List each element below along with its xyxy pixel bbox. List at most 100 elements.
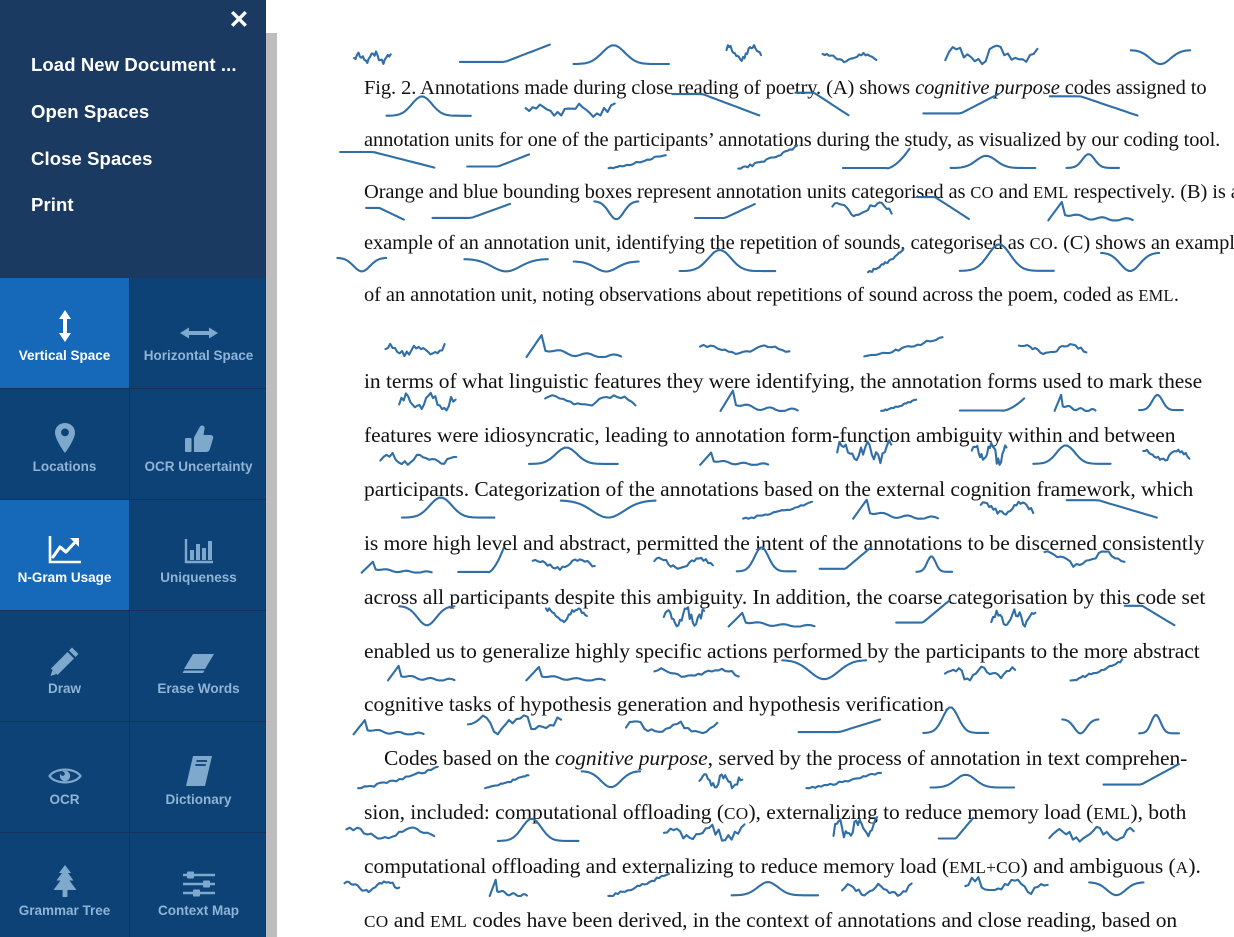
ngram-sparkline (379, 451, 458, 466)
bar-chart-icon (184, 525, 214, 565)
tool-uniqueness[interactable]: Uniqueness (130, 500, 266, 610)
tool-locations[interactable]: Locations (0, 389, 129, 499)
ngram-sparkline (527, 446, 619, 465)
ngram-sparkline (531, 558, 596, 571)
text-line: is more high level and abstract, permitt… (364, 531, 1204, 556)
ngram-sparkline (1048, 825, 1135, 843)
ngram-sparkline (821, 51, 878, 64)
ngram-sparkline (1065, 499, 1158, 519)
ngram-sparkline (1138, 714, 1181, 735)
tool-n-gram-usage[interactable]: N-Gram Usage (0, 500, 129, 610)
menu-item-close-spaces[interactable]: Close Spaces (31, 148, 153, 170)
scrollbar[interactable] (266, 33, 277, 937)
text-line: Fig. 2. Annotations made during close re… (364, 77, 1207, 100)
text-run: . (1173, 284, 1179, 307)
menu-item-open-spaces[interactable]: Open Spaces (31, 101, 149, 123)
ngram-sparkline (1061, 718, 1100, 735)
text-run: enabled us to generalize highly specific… (364, 638, 1200, 663)
document-view[interactable]: Fig. 2. Annotations made during close re… (277, 0, 1234, 937)
text-run: ), both (1130, 800, 1187, 825)
tool-context-map[interactable]: Context Map (130, 833, 266, 937)
ngram-sparkline (466, 714, 563, 736)
tool-vertical-space[interactable]: Vertical Space (0, 278, 129, 388)
ngram-sparkline (345, 826, 436, 840)
ngram-sparkline (544, 394, 637, 407)
small-caps-code: EML (1138, 286, 1174, 306)
ngram-sparkline (852, 498, 940, 520)
menu-item-load-new-document[interactable]: Load New Document ... (31, 54, 237, 76)
text-line: CO and EML codes have been derived, in t… (364, 908, 1177, 933)
ngram-sparkline (943, 665, 1017, 682)
ngram-sparkline (488, 878, 528, 898)
ngram-sparkline (1032, 444, 1112, 465)
sidebar: ✕ Load New Document ... Open Spaces Clos… (0, 0, 266, 937)
close-icon[interactable]: ✕ (224, 5, 254, 35)
ngram-sparkline (398, 391, 457, 412)
ngram-sparkline (742, 500, 814, 520)
ngram-sparkline (1100, 251, 1161, 272)
ngram-sparkline (730, 881, 820, 897)
ngram-sparkline (725, 44, 763, 62)
text-line: Codes based on the cognitive purpose, se… (384, 746, 1187, 771)
document-page: Fig. 2. Annotations made during close re… (277, 0, 1234, 937)
tool-draw[interactable]: Draw (0, 611, 129, 721)
text-line: enabled us to generalize highly specific… (364, 639, 1200, 664)
ngram-sparkline (580, 770, 642, 789)
ngram-sparkline (572, 260, 640, 273)
tool-erase-words[interactable]: Erase Words (130, 611, 266, 721)
tool-ocr[interactable]: OCR (0, 722, 129, 832)
ngram-sparkline (727, 611, 816, 628)
text-run: annotation units for one of the particip… (364, 128, 1221, 151)
text-line: Orange and blue bounding boxes represent… (364, 181, 1234, 204)
tool-label: Context Map (158, 902, 239, 918)
ngram-sparkline (336, 256, 388, 273)
text-run: and (388, 908, 431, 932)
horizontal-arrows-icon (179, 303, 219, 343)
scrollbar-thumb[interactable] (266, 33, 277, 937)
text-line: annotation units for one of the particip… (364, 129, 1220, 152)
tool-grammar-tree[interactable]: Grammar Tree (0, 833, 129, 937)
text-run: example of an annotation unit, identifyi… (364, 232, 1030, 255)
eraser-icon (182, 636, 216, 676)
ngram-sparkline (463, 258, 549, 273)
tool-label: OCR Uncertainty (144, 458, 253, 474)
text-run: is more high level and abstract, permitt… (364, 530, 1205, 555)
small-caps-code: A (1175, 858, 1189, 878)
tool-label: Grammar Tree (18, 902, 111, 918)
tool-ocr-uncertainty[interactable]: OCR Uncertainty (130, 389, 266, 499)
ngram-sparkline (880, 398, 918, 412)
tool-dictionary[interactable]: Dictionary (130, 722, 266, 832)
ngram-sparkline (593, 200, 640, 221)
tool-label: Dictionary (165, 791, 232, 807)
menu-item-print[interactable]: Print (31, 194, 74, 216)
tool-label: Draw (47, 680, 81, 696)
tool-label: Locations (32, 458, 97, 474)
tool-horizontal-space[interactable]: Horizontal Space (130, 278, 266, 388)
ngram-sparkline (572, 44, 671, 66)
tool-label: OCR (49, 791, 80, 807)
text-run: in terms of what linguistic features the… (364, 369, 1203, 393)
ngram-sparkline (949, 154, 1037, 170)
text-line: of an annotation unit, noting observatio… (364, 284, 1179, 307)
ngram-sparkline (979, 500, 1035, 516)
text-run: ) and ambiguous ( (1020, 854, 1176, 879)
text-line: across all participants despite this amb… (364, 585, 1205, 610)
text-run: Orange and blue bounding boxes represent… (364, 180, 971, 203)
ngram-sparkline (698, 773, 744, 790)
ngram-sparkline (990, 608, 1037, 628)
ngram-sparkline (797, 718, 882, 734)
text-run: across all participants despite this amb… (364, 584, 1206, 609)
ngram-sparkline (360, 560, 433, 574)
ngram-sparkline (662, 823, 746, 842)
tool-grid: Vertical Space Horizontal Space Location… (0, 278, 266, 937)
small-caps-code: EML (1093, 804, 1131, 824)
small-caps-code: CO (364, 912, 389, 931)
tool-label: N-Gram Usage (17, 569, 112, 585)
ngram-sparkline (544, 607, 588, 624)
ngram-sparkline (1138, 394, 1184, 412)
text-line: example of an annotation unit, identifyi… (364, 232, 1234, 255)
emphasis-text: cognitive purpose (915, 77, 1060, 99)
ngram-sparkline (484, 774, 530, 790)
small-caps-code: CO (1029, 234, 1054, 254)
text-run: sion, included: computational offloading… (364, 800, 724, 825)
